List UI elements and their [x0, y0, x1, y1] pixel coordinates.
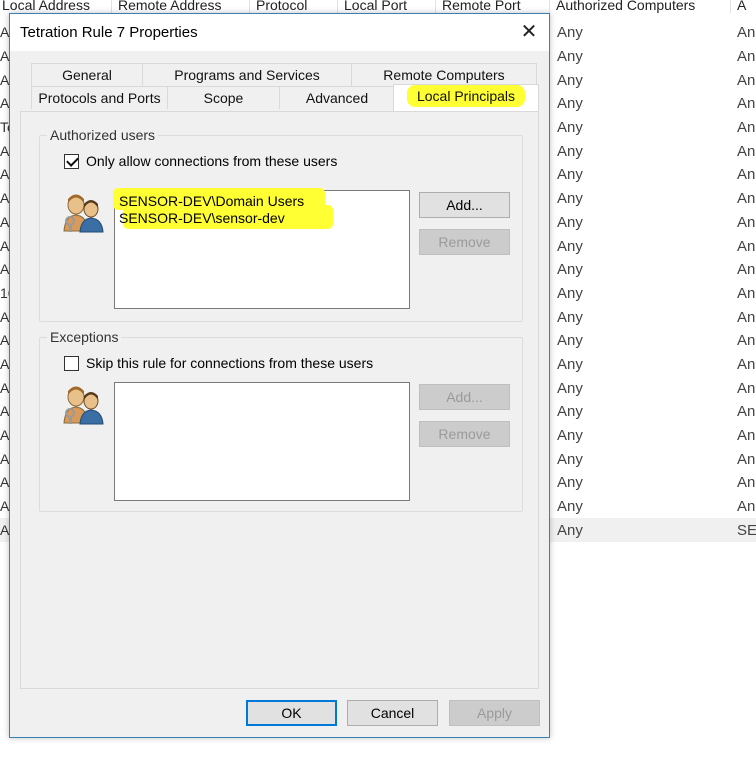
- dialog-title: Tetration Rule 7 Properties: [20, 24, 198, 41]
- list-item[interactable]: SENSOR-DEV\sensor-dev: [119, 210, 285, 226]
- users-key-icon: [63, 194, 104, 233]
- background-list-header: Local Address Remote Address Protocol Lo…: [0, 0, 756, 13]
- tab-remote-computers[interactable]: Remote Computers: [351, 63, 537, 86]
- authorized-users-group: Authorized users Only allow connections …: [39, 127, 523, 322]
- ok-button[interactable]: OK: [246, 700, 337, 726]
- exceptions-group: Exceptions Skip this rule for connection…: [39, 329, 523, 512]
- cancel-button[interactable]: Cancel: [347, 700, 438, 726]
- tab-content-local-principals: Authorized users Only allow connections …: [20, 111, 539, 689]
- remove-authorized-user-button[interactable]: Remove: [419, 229, 510, 255]
- column-header-protocol[interactable]: Protocol: [250, 0, 338, 13]
- skip-rule-checkbox[interactable]: [64, 355, 79, 371]
- tab-general[interactable]: General: [31, 63, 143, 86]
- authorized-users-list[interactable]: SENSOR-DEV\Domain Users SENSOR-DEV\senso…: [113, 188, 410, 309]
- exceptions-list[interactable]: [114, 382, 410, 501]
- authorized-users-group-label: Authorized users: [47, 127, 159, 143]
- tab-protocols-and-ports[interactable]: Protocols and Ports: [31, 86, 168, 109]
- tab-programs-and-services[interactable]: Programs and Services: [142, 63, 352, 86]
- column-header-local-port[interactable]: Local Port: [338, 0, 436, 13]
- only-allow-users-label: Only allow connections from these users: [86, 153, 338, 169]
- users-key-icon: [63, 386, 104, 425]
- column-header-remote-address[interactable]: Remote Address: [112, 0, 250, 13]
- list-item[interactable]: SENSOR-DEV\Domain Users: [119, 193, 304, 209]
- tab-scope[interactable]: Scope: [167, 86, 280, 109]
- add-exception-button[interactable]: Add...: [419, 384, 510, 410]
- close-icon[interactable]: ✕: [517, 20, 541, 44]
- column-header-remote-port[interactable]: Remote Port: [436, 0, 550, 13]
- remove-exception-button[interactable]: Remove: [419, 421, 510, 447]
- exceptions-group-label: Exceptions: [47, 329, 122, 345]
- only-allow-users-checkbox[interactable]: [64, 153, 79, 169]
- title-bar[interactable]: Tetration Rule 7 Properties ✕: [10, 14, 549, 51]
- column-header-authorized-computers[interactable]: Authorized Computers: [550, 0, 731, 13]
- column-header-authorized-users[interactable]: A: [731, 0, 756, 13]
- apply-button[interactable]: Apply: [449, 700, 540, 726]
- properties-dialog: Tetration Rule 7 Properties ✕ General Pr…: [9, 13, 550, 738]
- add-authorized-user-button[interactable]: Add...: [419, 192, 510, 218]
- skip-rule-label: Skip this rule for connections from thes…: [86, 355, 374, 371]
- tab-local-principals-label: Local Principals: [406, 85, 526, 107]
- only-allow-users-option[interactable]: Only allow connections from these users: [64, 153, 337, 169]
- tab-advanced[interactable]: Advanced: [279, 86, 395, 109]
- skip-rule-option[interactable]: Skip this rule for connections from thes…: [64, 355, 373, 371]
- column-header-local-address[interactable]: Local Address: [0, 0, 112, 13]
- tab-local-principals[interactable]: Local Principals: [393, 84, 539, 111]
